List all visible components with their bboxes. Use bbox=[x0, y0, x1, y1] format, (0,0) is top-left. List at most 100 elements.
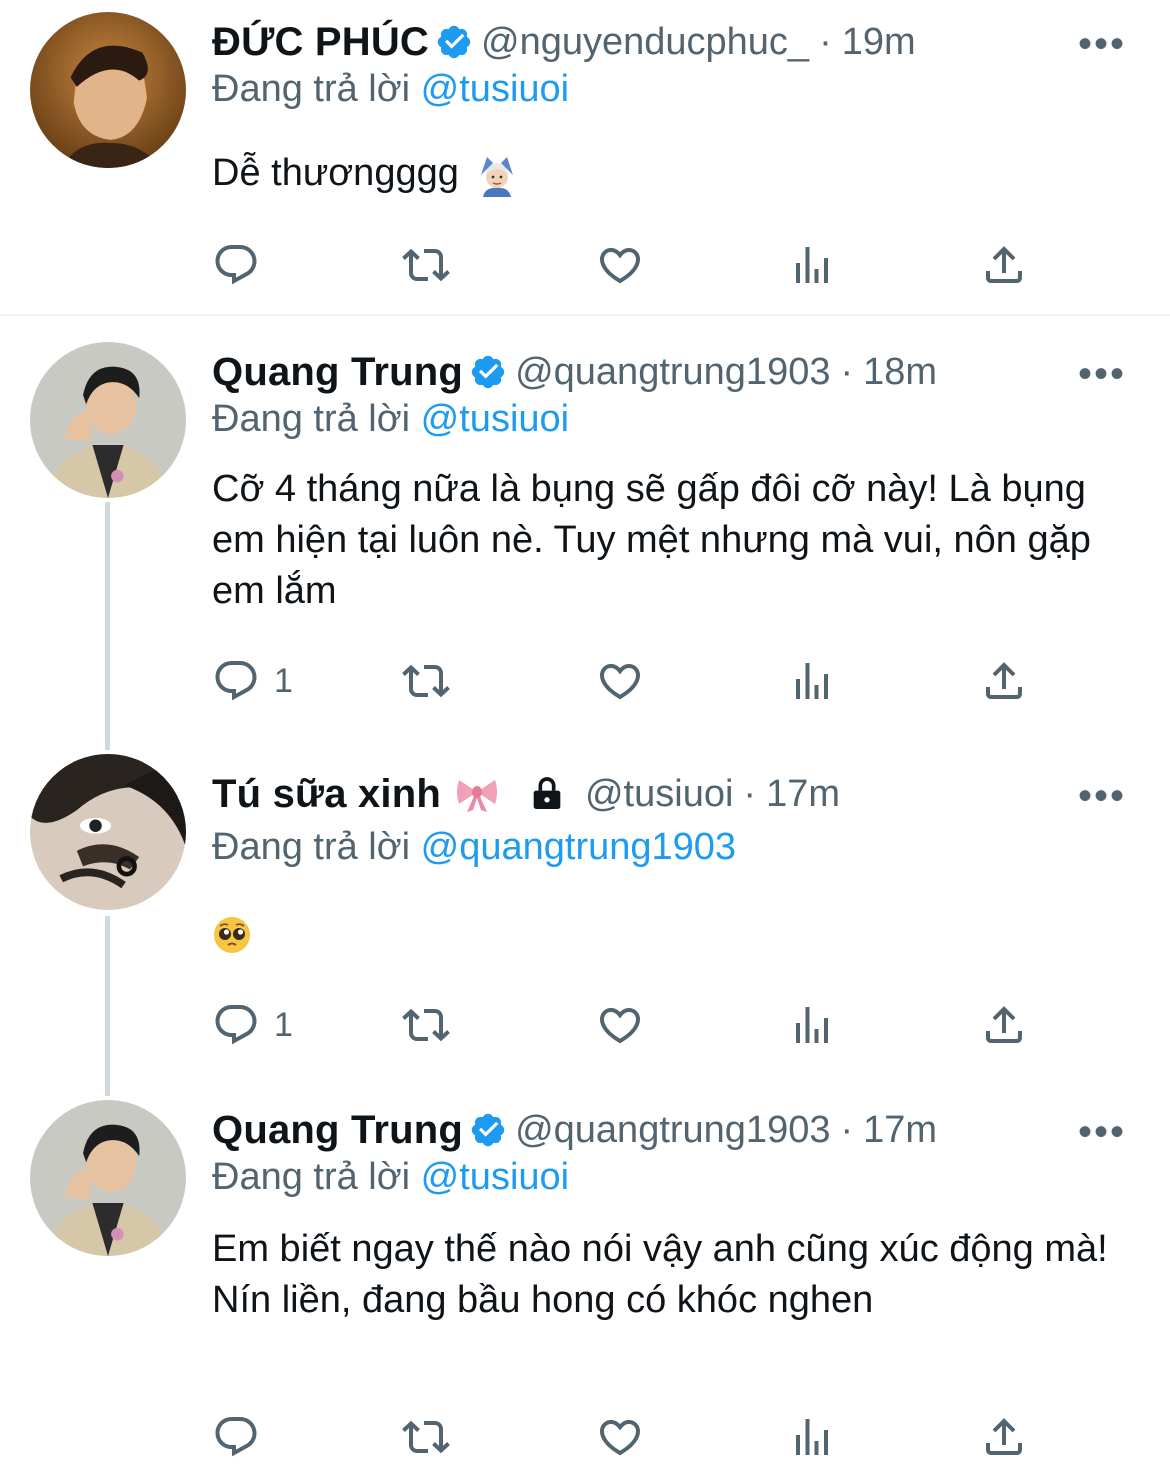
tweet-header: Tú sữa xinh @tusiuoi · 17m bbox=[212, 766, 1170, 822]
like-icon bbox=[596, 1001, 644, 1049]
reply-button[interactable]: 1 bbox=[212, 656, 293, 706]
display-name[interactable]: ĐỨC PHÚC bbox=[212, 20, 429, 65]
like-icon bbox=[596, 657, 644, 705]
retweet-button[interactable] bbox=[402, 240, 450, 290]
tweet[interactable]: Tú sữa xinh @tusiuoi · 17m ••• Đang trả … bbox=[0, 740, 1170, 1080]
avatar[interactable] bbox=[30, 342, 186, 498]
timestamp[interactable]: 19m bbox=[842, 21, 916, 64]
verified-badge-icon bbox=[469, 353, 507, 391]
views-button[interactable] bbox=[788, 1000, 836, 1050]
mention-link[interactable]: @quangtrung1903 bbox=[421, 826, 736, 868]
retweet-button[interactable] bbox=[402, 656, 450, 706]
views-button[interactable] bbox=[788, 1412, 836, 1462]
tweet-header: ĐỨC PHÚC @nguyenducphuc_ · 19m bbox=[212, 14, 1170, 70]
mention-link[interactable]: @tusiuoi bbox=[421, 1156, 569, 1198]
share-icon bbox=[980, 657, 1028, 705]
reply-prefix: Đang trả lời bbox=[212, 398, 411, 440]
share-icon bbox=[980, 241, 1028, 289]
reply-prefix: Đang trả lời bbox=[212, 1156, 411, 1198]
reply-icon bbox=[212, 1001, 260, 1049]
man-gesturing-ok-emoji bbox=[481, 156, 514, 197]
like-button[interactable] bbox=[596, 240, 644, 290]
mention-link[interactable]: @tusiuoi bbox=[421, 398, 569, 440]
username[interactable]: @nguyenducphuc_ bbox=[481, 21, 809, 64]
tweet-text: Cỡ 4 tháng nữa là bụng sẽ gấp đôi cỡ này… bbox=[212, 468, 1091, 612]
reply-icon bbox=[212, 657, 260, 705]
replying-to: Đang trả lời @tusiuoi bbox=[212, 398, 569, 441]
more-icon[interactable]: ••• bbox=[1078, 776, 1126, 816]
timestamp[interactable]: 18m bbox=[863, 351, 937, 394]
mention-link[interactable]: @tusiuoi bbox=[421, 68, 569, 110]
tweet-actions bbox=[212, 1412, 1052, 1462]
like-icon bbox=[596, 241, 644, 289]
views-button[interactable] bbox=[788, 656, 836, 706]
like-button[interactable] bbox=[596, 1412, 644, 1462]
display-name[interactable]: Quang Trung bbox=[212, 350, 463, 395]
more-icon[interactable]: ••• bbox=[1078, 354, 1126, 394]
reply-button[interactable] bbox=[212, 1412, 274, 1462]
retweet-button[interactable] bbox=[402, 1000, 450, 1050]
reply-icon bbox=[212, 1413, 260, 1461]
reply-count: 1 bbox=[274, 661, 293, 700]
tweet[interactable]: ĐỨC PHÚC @nguyenducphuc_ · 19m ••• Đang … bbox=[0, 0, 1170, 315]
share-icon bbox=[980, 1413, 1028, 1461]
lock-icon bbox=[533, 777, 561, 809]
tweet-actions bbox=[212, 240, 1052, 290]
tweet-header: Quang Trung @quangtrung1903 · 17m bbox=[212, 1102, 1170, 1158]
replying-to: Đang trả lời @tusiuoi bbox=[212, 1156, 569, 1199]
separator: · bbox=[743, 772, 757, 815]
replying-to: Đang trả lời @tusiuoi bbox=[212, 68, 569, 111]
replying-to: Đang trả lời @quangtrung1903 bbox=[212, 826, 736, 869]
views-icon bbox=[788, 241, 836, 289]
tweet-text: Em biết ngay thế nào nói vậy anh cũng xú… bbox=[212, 1228, 1108, 1321]
reply-count: 1 bbox=[274, 1005, 293, 1044]
tweet-actions: 1 bbox=[212, 656, 1052, 706]
separator: · bbox=[840, 1108, 854, 1151]
reply-button[interactable] bbox=[212, 240, 274, 290]
verified-badge-icon bbox=[435, 23, 473, 61]
retweet-button[interactable] bbox=[402, 1412, 450, 1462]
timestamp[interactable]: 17m bbox=[766, 773, 840, 816]
reply-icon bbox=[212, 241, 260, 289]
tweet-text-content: Dễ thươngggg bbox=[212, 152, 459, 194]
retweet-icon bbox=[402, 241, 450, 289]
retweet-icon bbox=[402, 657, 450, 705]
display-name[interactable]: Quang Trung bbox=[212, 1108, 463, 1153]
tweet-header: Quang Trung @quangtrung1903 · 18m bbox=[212, 344, 1170, 400]
avatar[interactable] bbox=[30, 754, 186, 910]
views-icon bbox=[788, 1001, 836, 1049]
username[interactable]: @tusiuoi bbox=[585, 773, 733, 816]
reply-prefix: Đang trả lời bbox=[212, 826, 411, 868]
share-button[interactable] bbox=[980, 656, 1028, 706]
share-button[interactable] bbox=[980, 240, 1028, 290]
views-button[interactable] bbox=[788, 240, 836, 290]
like-button[interactable] bbox=[596, 656, 644, 706]
display-name[interactable]: Tú sữa xinh bbox=[212, 772, 441, 817]
reply-button[interactable]: 1 bbox=[212, 1000, 293, 1050]
share-button[interactable] bbox=[980, 1000, 1028, 1050]
tweet-text: Dễ thươngggg bbox=[212, 148, 1132, 199]
username[interactable]: @quangtrung1903 bbox=[515, 351, 830, 394]
share-button[interactable] bbox=[980, 1412, 1028, 1462]
verified-badge-icon bbox=[469, 1111, 507, 1149]
views-icon bbox=[788, 1413, 836, 1461]
username[interactable]: @quangtrung1903 bbox=[515, 1109, 830, 1152]
tweet[interactable]: Quang Trung @quangtrung1903 · 18m ••• Đa… bbox=[0, 316, 1170, 736]
retweet-icon bbox=[402, 1001, 450, 1049]
like-button[interactable] bbox=[596, 1000, 644, 1050]
avatar[interactable] bbox=[30, 12, 186, 168]
more-icon[interactable]: ••• bbox=[1078, 24, 1126, 64]
tweet-actions: 1 bbox=[212, 1000, 1052, 1050]
share-icon bbox=[980, 1001, 1028, 1049]
ribbon-emoji bbox=[456, 780, 497, 812]
tweet-text bbox=[212, 908, 1132, 959]
tweet[interactable]: Quang Trung @quangtrung1903 · 17m ••• Đa… bbox=[0, 1086, 1170, 1467]
avatar[interactable] bbox=[30, 1100, 186, 1256]
more-icon[interactable]: ••• bbox=[1078, 1112, 1126, 1152]
separator: · bbox=[840, 350, 854, 393]
views-icon bbox=[788, 657, 836, 705]
separator: · bbox=[819, 20, 832, 63]
timestamp[interactable]: 17m bbox=[863, 1109, 937, 1152]
like-icon bbox=[596, 1413, 644, 1461]
retweet-icon bbox=[402, 1413, 450, 1461]
